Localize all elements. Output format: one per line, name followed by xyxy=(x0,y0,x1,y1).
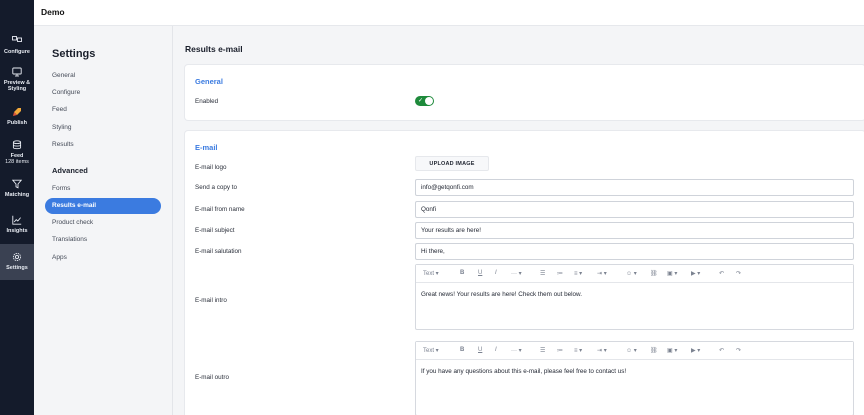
italic-icon[interactable]: I xyxy=(495,270,497,276)
monitor-icon xyxy=(11,66,23,78)
from-name-label: E-mail from name xyxy=(195,206,245,213)
indent-icon[interactable]: ⇥ ▾ xyxy=(597,347,607,354)
undo-icon[interactable]: ↶ xyxy=(719,270,724,277)
settings-item-apps[interactable]: Apps xyxy=(52,254,67,261)
settings-item-product-check[interactable]: Product check xyxy=(52,219,93,226)
email-logo-label: E-mail logo xyxy=(195,164,227,171)
settings-item-feed[interactable]: Feed xyxy=(52,106,67,113)
email-card: E-mail E-mail logo UPLOAD IMAGE Send a c… xyxy=(185,131,864,415)
bold-icon[interactable]: B xyxy=(460,270,464,276)
numbered-list-icon[interactable]: ≔ xyxy=(557,270,563,277)
settings-item-general[interactable]: General xyxy=(52,72,75,79)
subject-label: E-mail subject xyxy=(195,227,235,234)
intro-editor-toolbar: Text ▾ B U I ··· ▾ ☰ ≔ ≡ ▾ ⇥ ▾ ☺ ▾ ⛓ ▣ ▾… xyxy=(416,265,853,283)
chart-icon xyxy=(11,214,23,226)
italic-icon[interactable]: I xyxy=(495,347,497,353)
outro-label: E-mail outro xyxy=(195,374,229,381)
rail-label: Matching xyxy=(4,192,30,198)
rail-label: Settings xyxy=(6,265,28,271)
rail-item-configure[interactable]: Configure xyxy=(0,35,34,59)
text-style-dropdown[interactable]: Text ▾ xyxy=(423,347,439,354)
rail-item-publish[interactable]: Publish xyxy=(0,106,34,128)
main-content: Results e-mail General Enabled ✓ E-mail … xyxy=(172,26,864,415)
redo-icon[interactable]: ↷ xyxy=(736,270,741,277)
toggle-knob xyxy=(425,97,433,105)
rail-label: Preview & Styling xyxy=(3,80,31,93)
bullet-list-icon[interactable]: ☰ xyxy=(540,347,545,354)
rail-item-settings[interactable]: Settings xyxy=(0,244,34,280)
outro-editor-toolbar: Text ▾ B U I ··· ▾ ☰ ≔ ≡ ▾ ⇥ ▾ ☺ ▾ ⛓ ▣ ▾… xyxy=(416,342,853,360)
settings-item-configure[interactable]: Configure xyxy=(52,89,80,96)
from-name-input[interactable]: Qonfi xyxy=(415,201,854,218)
rail-item-preview-styling[interactable]: Preview & Styling xyxy=(0,66,34,94)
settings-sidebar: Settings General Configure Feed Styling … xyxy=(34,26,172,415)
rail-item-matching[interactable]: Matching xyxy=(0,178,34,202)
intro-editor[interactable]: Text ▾ B U I ··· ▾ ☰ ≔ ≡ ▾ ⇥ ▾ ☺ ▾ ⛓ ▣ ▾… xyxy=(415,264,854,330)
emoji-icon[interactable]: ☺ ▾ xyxy=(626,270,637,277)
intro-editor-content[interactable]: Great news! Your results are here! Check… xyxy=(421,291,582,298)
settings-item-results[interactable]: Results xyxy=(52,141,74,148)
filter-icon xyxy=(11,178,23,190)
app-title: Demo xyxy=(41,7,65,17)
left-rail: Configure Preview & Styling Publish Feed… xyxy=(0,0,34,415)
send-copy-input[interactable]: info@getqonfi.com xyxy=(415,179,854,196)
settings-item-results-email[interactable]: Results e-mail xyxy=(45,198,161,214)
check-icon: ✓ xyxy=(418,98,424,104)
configure-icon xyxy=(11,35,23,47)
general-card: General Enabled ✓ xyxy=(185,65,864,120)
redo-icon[interactable]: ↷ xyxy=(736,347,741,354)
rail-sublabel: 128 items xyxy=(5,159,29,166)
page-title: Results e-mail xyxy=(185,44,243,54)
rail-item-insights[interactable]: Insights xyxy=(0,214,34,238)
enabled-label: Enabled xyxy=(195,98,219,105)
image-icon[interactable]: ▣ ▾ xyxy=(667,270,677,277)
settings-item-translations[interactable]: Translations xyxy=(52,236,87,243)
general-heading: General xyxy=(195,77,223,86)
settings-item-styling[interactable]: Styling xyxy=(52,124,72,131)
image-icon[interactable]: ▣ ▾ xyxy=(667,347,677,354)
link-icon[interactable]: ⛓ xyxy=(650,347,658,354)
subject-input[interactable]: Your results are here! xyxy=(415,222,854,239)
salutation-input[interactable]: Hi there, xyxy=(415,243,854,260)
gear-icon xyxy=(11,251,23,263)
email-heading: E-mail xyxy=(195,143,218,152)
align-icon[interactable]: ≡ ▾ xyxy=(574,270,582,277)
settings-item-label: Results e-mail xyxy=(52,202,97,209)
video-icon[interactable]: ▶ ▾ xyxy=(691,270,700,277)
enabled-toggle[interactable]: ✓ xyxy=(415,96,434,106)
link-icon[interactable]: ⛓ xyxy=(650,270,658,277)
rail-label: Configure xyxy=(4,49,30,55)
outro-editor[interactable]: Text ▾ B U I ··· ▾ ☰ ≔ ≡ ▾ ⇥ ▾ ☺ ▾ ⛓ ▣ ▾… xyxy=(415,341,854,415)
align-icon[interactable]: ≡ ▾ xyxy=(574,347,582,354)
rail-label: Insights xyxy=(6,228,28,234)
bold-icon[interactable]: B xyxy=(460,347,464,353)
more-icon[interactable]: ··· ▾ xyxy=(511,347,522,354)
outro-editor-content[interactable]: If you have any questions about this e-m… xyxy=(421,368,626,375)
rocket-icon xyxy=(11,106,23,118)
database-icon xyxy=(11,139,23,151)
bullet-list-icon[interactable]: ☰ xyxy=(540,270,545,277)
emoji-icon[interactable]: ☺ ▾ xyxy=(626,347,637,354)
settings-item-forms[interactable]: Forms xyxy=(52,185,70,192)
more-icon[interactable]: ··· ▾ xyxy=(511,270,522,277)
upload-image-button[interactable]: UPLOAD IMAGE xyxy=(415,156,489,171)
indent-icon[interactable]: ⇥ ▾ xyxy=(597,270,607,277)
underline-icon[interactable]: U xyxy=(478,270,482,276)
rail-label: Publish xyxy=(7,120,27,126)
rail-item-feed[interactable]: Feed 128 items xyxy=(0,139,34,167)
text-style-dropdown[interactable]: Text ▾ xyxy=(423,270,439,277)
numbered-list-icon[interactable]: ≔ xyxy=(557,347,563,354)
undo-icon[interactable]: ↶ xyxy=(719,347,724,354)
salutation-label: E-mail salutation xyxy=(195,248,242,255)
send-copy-label: Send a copy to xyxy=(195,184,238,191)
video-icon[interactable]: ▶ ▾ xyxy=(691,347,700,354)
top-bar: Demo xyxy=(34,0,864,26)
settings-section-advanced: Advanced xyxy=(52,166,88,175)
settings-title: Settings xyxy=(52,48,96,60)
underline-icon[interactable]: U xyxy=(478,347,482,353)
intro-label: E-mail intro xyxy=(195,297,227,304)
